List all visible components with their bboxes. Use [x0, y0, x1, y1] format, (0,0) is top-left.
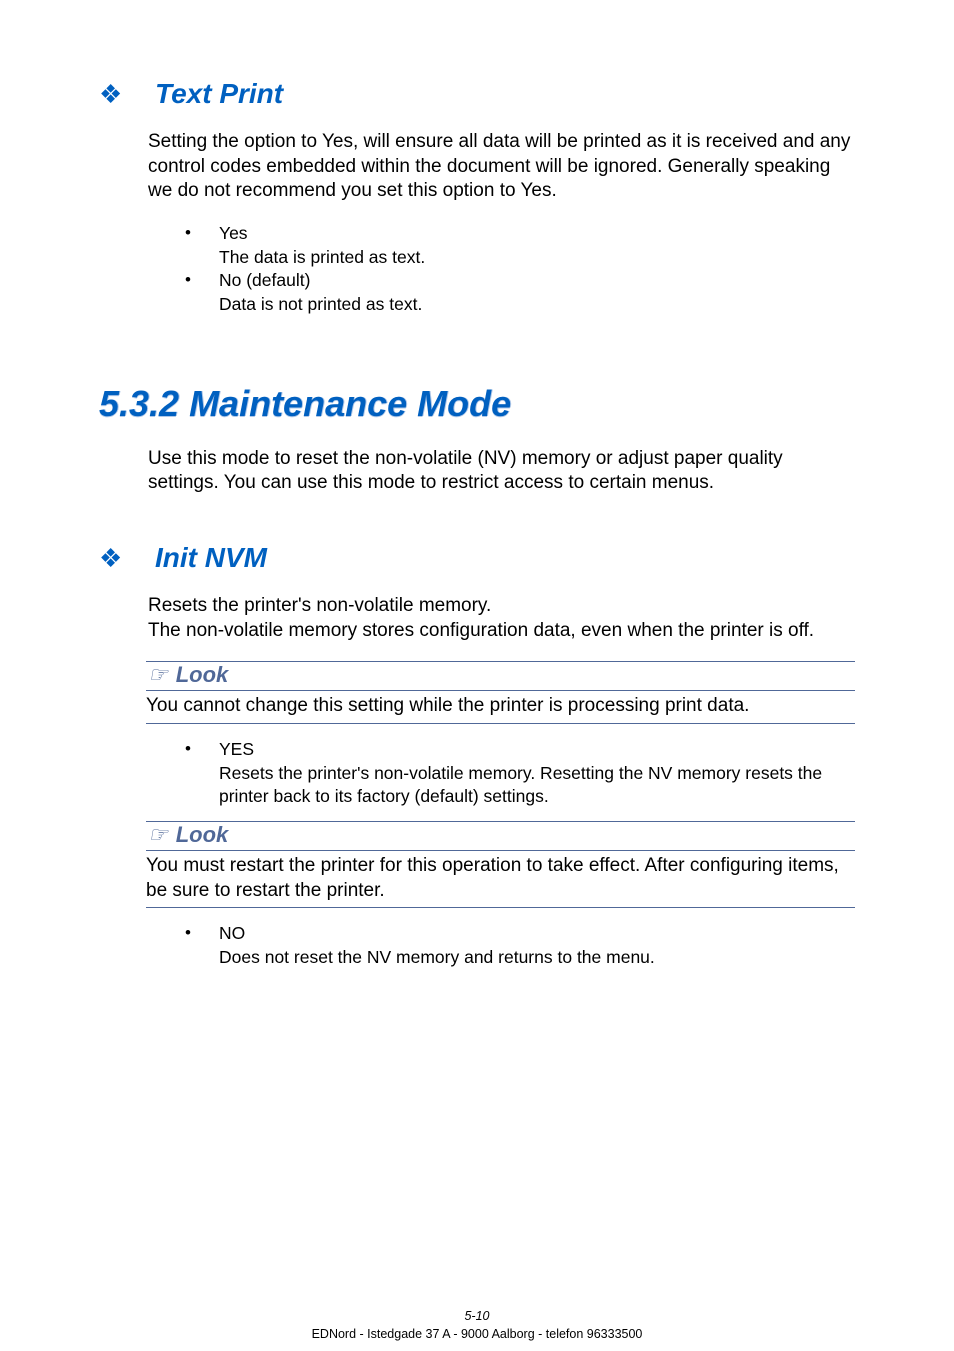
look-callout: ☞ Look You must restart the printer for … [99, 821, 855, 908]
look-callout: ☞ Look You cannot change this setting wh… [99, 661, 855, 724]
list-item: • NO Does not reset the NV memory and re… [185, 922, 855, 969]
look-body: You cannot change this setting while the… [146, 691, 855, 721]
option-desc: Data is not printed as text. [219, 293, 855, 317]
bullet-icon: • [185, 738, 191, 761]
bullet-icon: • [185, 222, 191, 245]
pointing-hand-icon: ☞ [146, 822, 176, 848]
init-nvm-option-yes: • YES Resets the printer's non-volatile … [185, 738, 855, 809]
option-label: NO [219, 923, 245, 943]
page-content: ❖ Text Print Setting the option to Yes, … [0, 0, 954, 1351]
list-item: • No (default) Data is not printed as te… [185, 269, 855, 316]
option-desc: The data is printed as text. [219, 246, 855, 270]
heading-maintenance-mode: 5.3.2 Maintenance Mode [99, 383, 855, 425]
option-desc: Does not reset the NV memory and returns… [219, 946, 855, 970]
pointing-hand-icon: ☞ [146, 662, 176, 688]
text-print-paragraph: Setting the option to Yes, will ensure a… [148, 130, 855, 204]
footer-address: EDNord - Istedgade 37 A - 9000 Aalborg -… [0, 1327, 954, 1341]
maintenance-paragraph: Use this mode to reset the non-volatile … [148, 447, 855, 496]
text-print-options: • Yes The data is printed as text. • No … [185, 222, 855, 317]
init-nvm-option-no: • NO Does not reset the NV memory and re… [185, 922, 855, 969]
heading-text: Text Print [155, 78, 283, 110]
heading-text-print: ❖ Text Print [99, 78, 855, 110]
option-desc: Resets the printer's non-volatile memory… [219, 762, 855, 809]
heading-text: Init NVM [155, 542, 267, 574]
bullet-icon: • [185, 922, 191, 945]
option-label: No (default) [219, 270, 310, 290]
list-item: • Yes The data is printed as text. [185, 222, 855, 269]
diamond-bullet-icon: ❖ [99, 79, 155, 110]
bullet-icon: • [185, 269, 191, 292]
heading-init-nvm: ❖ Init NVM [99, 542, 855, 574]
list-item: • YES Resets the printer's non-volatile … [185, 738, 855, 809]
option-label: YES [219, 739, 254, 759]
init-nvm-paragraph: Resets the printer's non-volatile memory… [148, 594, 855, 643]
look-label: Look [176, 822, 229, 848]
page-number: 5-10 [0, 1309, 954, 1323]
look-body: You must restart the printer for this op… [146, 851, 855, 905]
look-label: Look [176, 662, 229, 688]
diamond-bullet-icon: ❖ [99, 543, 155, 574]
option-label: Yes [219, 223, 248, 243]
